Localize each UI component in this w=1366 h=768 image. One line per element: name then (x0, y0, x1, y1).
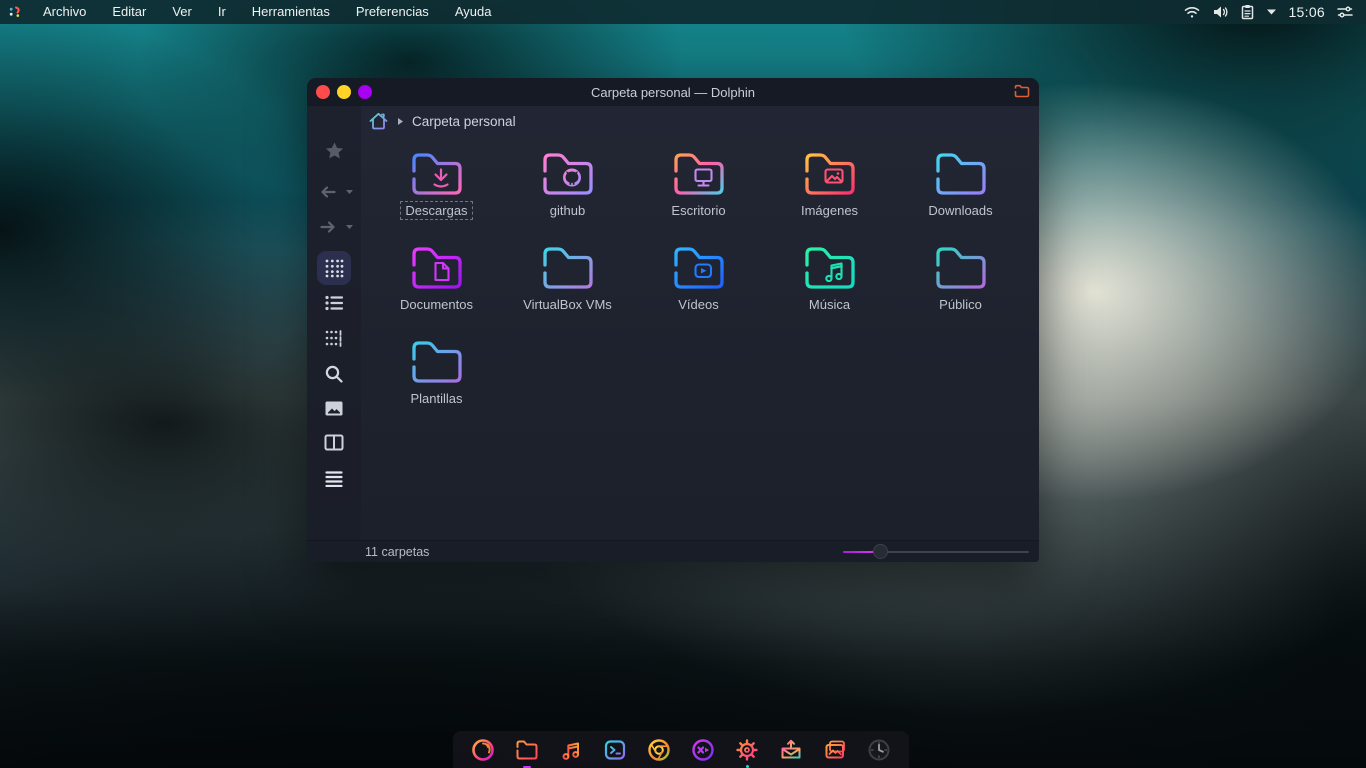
folder-label: Música (808, 297, 851, 312)
folder-item-descargas[interactable]: Descargas (371, 146, 502, 240)
folder-label: Downloads (928, 203, 993, 218)
folder-label: Escritorio (671, 203, 726, 218)
list-view-icon[interactable] (307, 294, 361, 312)
settings-icon[interactable] (734, 737, 760, 768)
documentos-folder-icon (411, 247, 462, 289)
close-button[interactable] (316, 85, 330, 99)
menu-archivo[interactable]: Archivo (30, 0, 99, 24)
volume-icon[interactable] (1212, 4, 1229, 20)
status-bar: 11 carpetas (307, 540, 1039, 562)
menu-ver[interactable]: Ver (159, 0, 205, 24)
running-indicator (523, 765, 531, 768)
window-titlebar[interactable]: Carpeta personal — Dolphin (307, 78, 1039, 106)
folder-item-videos[interactable]: Vídeos (633, 240, 764, 334)
folder-label: Documentos (400, 297, 473, 312)
home-icon[interactable] (367, 110, 390, 132)
imagenes-folder-icon (804, 153, 855, 195)
menu-ir[interactable]: Ir (205, 0, 239, 24)
folder-item-downloads[interactable]: Downloads (895, 146, 1026, 240)
chromium-icon[interactable] (646, 737, 672, 763)
escritorio-folder-icon (673, 153, 724, 195)
dolphin-window: Carpeta personal — Dolphin Carpeta perso… (307, 78, 1039, 562)
window-folder-icon (1014, 84, 1030, 98)
global-menubar: Archivo Editar Ver Ir Herramientas Prefe… (0, 0, 1366, 24)
folder-view: Descargas github Escritorio Imágenes Dow… (371, 146, 1026, 428)
distro-logo-icon[interactable] (8, 4, 24, 20)
icons-view-button[interactable] (317, 251, 351, 285)
menu-ayuda[interactable]: Ayuda (442, 0, 505, 24)
folder-label: VirtualBox VMs (523, 297, 612, 312)
clipboard-icon[interactable] (1240, 4, 1255, 20)
folder-label: Público (939, 297, 982, 312)
breadcrumb-root[interactable]: Carpeta personal (412, 114, 516, 129)
virtualbox-folder-icon (542, 247, 593, 289)
maximize-button[interactable] (358, 85, 372, 99)
forward-dropdown-caret-icon[interactable] (345, 224, 354, 230)
folder-item-virtualbox-vms[interactable]: VirtualBox VMs (502, 240, 633, 334)
dock (453, 731, 909, 768)
back-dropdown-caret-icon[interactable] (345, 189, 354, 195)
folder-label: Descargas (400, 201, 473, 220)
menu-preferencias[interactable]: Preferencias (343, 0, 442, 24)
firefox-icon[interactable] (470, 737, 496, 763)
menu-herramientas[interactable]: Herramientas (239, 0, 343, 24)
file-manager-icon[interactable] (514, 737, 540, 768)
folder-item-documentos[interactable]: Documentos (371, 240, 502, 334)
downloads-folder-icon (935, 153, 986, 195)
hamburger-menu-icon[interactable] (307, 470, 361, 487)
folder-item-musica[interactable]: Música (764, 240, 895, 334)
descargas-folder-icon (411, 153, 462, 195)
preview-icon[interactable] (307, 400, 361, 417)
menu-editar[interactable]: Editar (99, 0, 159, 24)
toolbar-sidebar (307, 106, 361, 540)
zoom-slider-handle[interactable] (873, 544, 888, 559)
folder-item-publico[interactable]: Público (895, 240, 1026, 334)
publico-folder-icon (935, 247, 986, 289)
compact-view-icon[interactable] (307, 329, 361, 347)
github-folder-icon (542, 153, 593, 195)
bookmark-star-icon[interactable] (307, 141, 361, 161)
wifi-icon[interactable] (1183, 4, 1201, 20)
folder-label: github (549, 203, 586, 218)
folder-item-github[interactable]: github (502, 146, 633, 240)
folder-item-imagenes[interactable]: Imágenes (764, 146, 895, 240)
folder-item-escritorio[interactable]: Escritorio (633, 146, 764, 240)
split-view-icon[interactable] (307, 434, 361, 451)
folder-label: Imágenes (800, 203, 859, 218)
tweaks-icon[interactable] (1336, 4, 1354, 20)
mail-share-icon[interactable] (778, 737, 804, 763)
zoom-slider[interactable] (843, 551, 1029, 553)
music-player-icon[interactable] (558, 737, 584, 763)
musica-folder-icon (804, 247, 855, 289)
clock-time[interactable]: 15:06 (1288, 4, 1325, 20)
folder-count: 11 carpetas (365, 545, 430, 559)
clock-icon[interactable] (866, 737, 892, 763)
folder-label: Vídeos (678, 297, 719, 312)
plantillas-folder-icon (411, 341, 462, 383)
search-icon[interactable] (307, 364, 361, 384)
folder-label: Plantillas (410, 391, 463, 406)
videos-folder-icon (673, 247, 724, 289)
breadcrumb-chevron-icon (397, 117, 404, 126)
running-indicator (745, 764, 749, 768)
system-tray: 15:06 (1183, 4, 1366, 20)
folder-item-plantillas[interactable]: Plantillas (371, 334, 502, 428)
minimize-button[interactable] (337, 85, 351, 99)
chevron-down-icon[interactable] (1266, 8, 1277, 16)
window-title: Carpeta personal — Dolphin (590, 84, 756, 100)
media-player-icon[interactable] (690, 737, 716, 763)
terminal-icon[interactable] (602, 737, 628, 763)
photos-icon[interactable] (822, 737, 848, 763)
breadcrumb: Carpeta personal (361, 106, 1039, 136)
